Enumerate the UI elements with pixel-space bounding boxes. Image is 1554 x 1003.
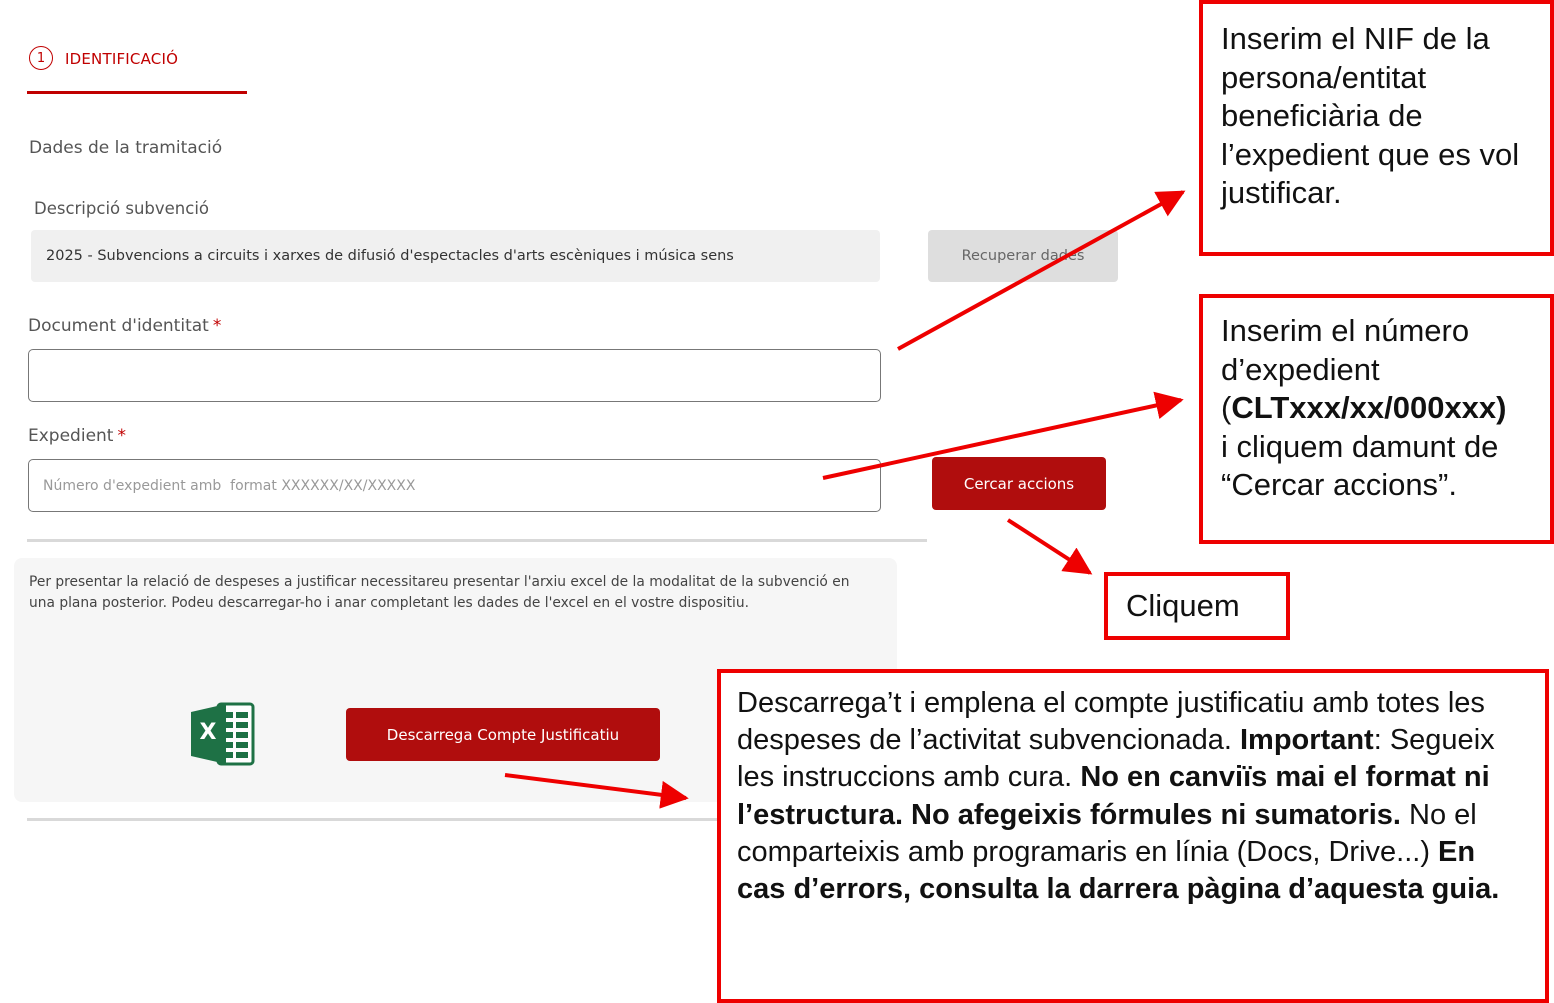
step-number-badge: 1 xyxy=(29,46,53,70)
divider xyxy=(27,539,927,542)
callout-download: Descarrega’t i emplena el compte justifi… xyxy=(717,669,1549,1003)
step-underline xyxy=(27,91,247,94)
arrow-to-click-callout xyxy=(1006,518,1093,575)
required-asterisk: * xyxy=(212,316,222,336)
callout-expedient-code: CLTxxx/xx/000xxx) xyxy=(1231,390,1507,425)
expedient-input[interactable] xyxy=(28,459,881,512)
id-document-input[interactable] xyxy=(28,349,881,402)
required-asterisk: * xyxy=(117,426,126,446)
expedient-label: Expedient * xyxy=(28,426,126,446)
callout-click: Cliquem xyxy=(1104,572,1290,640)
expedient-label-text: Expedient xyxy=(28,426,114,446)
divider xyxy=(27,818,727,821)
callout-expedient: Inserim el número d’expedient (CLTxxx/xx… xyxy=(1199,294,1554,544)
excel-icon: X xyxy=(190,700,256,768)
description-field: 2025 - Subvencions a circuits i xarxes d… xyxy=(31,230,880,282)
callout-nif: Inserim el NIF de la persona/entitat ben… xyxy=(1199,0,1554,256)
id-document-label: Document d'identitat * xyxy=(28,316,221,336)
step-title: IDENTIFICACIÓ xyxy=(65,50,179,68)
callout-download-text: Descarrega’t i emplena el compte justifi… xyxy=(737,685,1529,908)
id-document-label-text: Document d'identitat xyxy=(28,316,209,336)
description-label: Descripció subvenció xyxy=(34,199,210,218)
callout-nif-text: Inserim el NIF de la persona/entitat ben… xyxy=(1221,21,1520,210)
callout-expedient-line1: Inserim el número d’expedient xyxy=(1221,313,1470,387)
callout-expedient-open-paren: ( xyxy=(1221,390,1232,425)
callout-click-text: Cliquem xyxy=(1126,588,1240,623)
callout-expedient-line3: i cliquem damunt de “Cercar accions”. xyxy=(1221,428,1499,503)
callout-download-important: Important xyxy=(1240,724,1374,757)
download-justification-button[interactable]: Descarrega Compte Justificatiu xyxy=(346,708,660,761)
recover-data-button[interactable]: Recuperar dades xyxy=(928,230,1118,282)
search-actions-button[interactable]: Cercar accions xyxy=(932,457,1106,510)
section-title: Dades de la tramitació xyxy=(29,138,223,158)
info-text: Per presentar la relació de despeses a j… xyxy=(29,574,850,611)
excel-icon-letter: X xyxy=(199,720,217,745)
callout-expedient-code-line: (CLTxxx/xx/000xxx) xyxy=(1221,389,1532,428)
